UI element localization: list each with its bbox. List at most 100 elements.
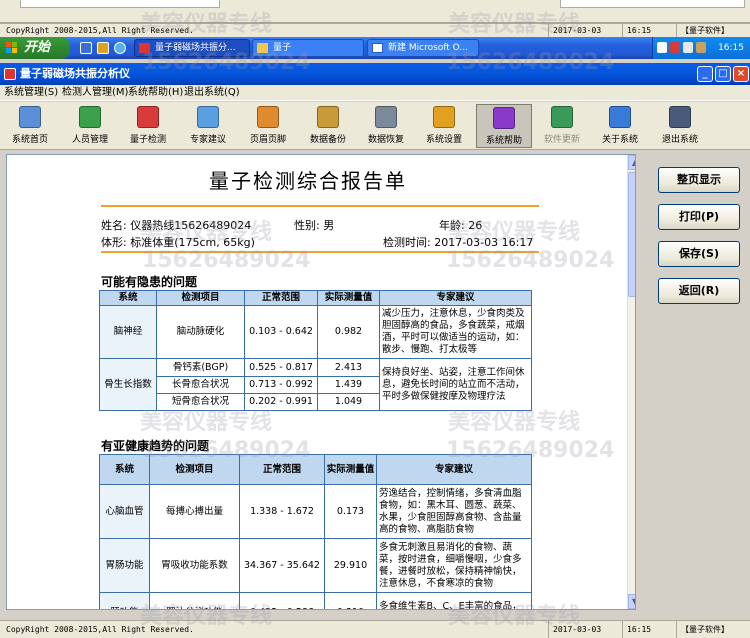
folder-icon	[257, 43, 268, 53]
col-header-value: 实际测量值	[324, 454, 377, 485]
status-time: 16:15	[622, 621, 651, 638]
toolbar-button-2[interactable]: 人员管理	[62, 104, 118, 148]
cell-range: 1.338 - 1.672	[239, 484, 325, 539]
people-icon	[79, 106, 101, 128]
toolbar-button-6[interactable]: 数据备份	[300, 104, 356, 148]
table-header-row: 系统 检测项目 正常范围 实际测量值 专家建议	[99, 454, 532, 485]
app-icon	[4, 68, 16, 80]
tray-app-icon[interactable]	[670, 42, 680, 53]
task-label: 新建 Microsoft O...	[388, 43, 468, 53]
subhealth-table: 系统 检测项目 正常范围 实际测量值 专家建议 心脑血管 每搏心搏出量 1.33…	[99, 454, 532, 609]
save-button[interactable]: 保存(S)	[658, 241, 740, 267]
window-titlebar: 量子弱磁场共振分析仪 _ □ ×	[0, 63, 750, 85]
restore-icon	[375, 106, 397, 128]
toolbar: 系统首页 人员管理 量子检测 专家建议 页眉页脚 数据备份 数据恢复 系统设置 系统帮助 软件更新…	[0, 102, 750, 150]
cell-system: 脑神经	[99, 305, 157, 359]
quicklaunch-media-icon[interactable]	[114, 42, 126, 54]
cell-value: 0.982	[317, 305, 380, 359]
toolbar-button-10[interactable]: 软件更新	[534, 104, 590, 148]
col-header-system: 系统	[99, 454, 150, 485]
start-button[interactable]: 开始	[0, 37, 70, 59]
table-row: 肝功能 肥汁分泌功能 0.422 - 0.586 0.310 多食维生素B、C、…	[99, 592, 532, 609]
cell-value: 1.049	[317, 393, 380, 411]
cell-advice: 减少压力，注意休息，少食肉类及胆固醇高的食品，多食蔬菜，戒烟酒，平时可以做适当的…	[379, 305, 532, 359]
task-button-quantum-app[interactable]: 量子弱磁场共振分...	[134, 39, 250, 57]
background-window-panel	[20, 0, 220, 8]
menu-bar: 系统管理(S) 检测人管理(M) 系统帮助(H) 退出系统(Q)	[0, 85, 750, 101]
toolbar-label: 关于系统	[601, 135, 638, 145]
toolbar-button-11[interactable]: 关于系统	[592, 104, 648, 148]
menu-system-manage[interactable]: 系统管理(S)	[4, 86, 58, 100]
volume-icon[interactable]	[696, 42, 706, 53]
tray-expand-icon[interactable]	[657, 42, 667, 53]
header-footer-icon	[257, 106, 279, 128]
menu-system-help[interactable]: 系统帮助(H)	[128, 86, 183, 100]
toolbar-label: 系统首页	[11, 135, 48, 145]
print-button[interactable]: 打印(P)	[658, 204, 740, 230]
update-globe-icon	[551, 106, 573, 128]
cell-range: 0.422 - 0.586	[239, 592, 325, 609]
word-doc-icon	[372, 43, 383, 53]
toolbar-button-7[interactable]: 数据恢复	[358, 104, 414, 148]
home-pc-icon	[19, 106, 41, 128]
toolbar-label: 退出系统	[661, 135, 698, 145]
scroll-thumb[interactable]	[628, 172, 635, 297]
windows-logo-icon	[6, 42, 18, 54]
copyright-text: CopyRight 2008-2015,All Right Reserved.	[6, 625, 194, 634]
scroll-down-button[interactable]: ▼	[628, 594, 635, 609]
cell-range: 0.202 - 0.991	[244, 393, 318, 411]
start-label: 开始	[24, 40, 51, 55]
report-title: 量子检测综合报告单	[209, 169, 407, 193]
toolbar-label: 软件更新	[543, 135, 580, 145]
toolbar-button-9[interactable]: 系统帮助	[476, 104, 532, 148]
app-icon	[139, 43, 150, 53]
col-header-advice: 专家建议	[376, 454, 532, 485]
close-button[interactable]: ×	[733, 66, 749, 82]
task-button-folder[interactable]: 量子	[252, 39, 364, 57]
task-button-word[interactable]: 新建 Microsoft O...	[367, 39, 479, 57]
section-subhealth: 有亚健康趋势的问题	[101, 439, 210, 453]
section-hidden-risks: 可能有隐患的问题	[101, 275, 198, 289]
col-header-item: 检测项目	[156, 290, 245, 306]
cell-item: 脑动脉硬化	[156, 305, 245, 359]
toolbar-button-3[interactable]: 量子检测	[120, 104, 176, 148]
settings-icon	[433, 106, 455, 128]
cell-system: 胃肠功能	[99, 538, 150, 593]
report-view[interactable]: 量子检测综合报告单 姓名: 仪器热线15626489024 性别: 男 年龄: …	[6, 154, 636, 610]
info-divider	[101, 251, 539, 253]
cell-advice: 多食维生素B、C、E丰富的食品，如胡萝卜、菠菜、蔬菜，少食	[376, 592, 532, 609]
maximize-button[interactable]: □	[715, 66, 731, 82]
back-button[interactable]: 返回(R)	[658, 278, 740, 304]
toolbar-button-12[interactable]: 退出系统	[652, 104, 708, 148]
full-page-button[interactable]: 整页显示	[658, 167, 740, 193]
col-header-range: 正常范围	[239, 454, 325, 485]
col-header-value: 实际测量值	[317, 290, 380, 306]
toolbar-button-8[interactable]: 系统设置	[416, 104, 472, 148]
quicklaunch-ie-icon[interactable]	[80, 42, 92, 54]
vertical-scrollbar[interactable]: ▲ ▼	[627, 155, 635, 609]
menu-exit[interactable]: 退出系统(Q)	[184, 86, 240, 100]
tray-network-icon[interactable]	[683, 42, 693, 53]
help-book-icon	[493, 107, 515, 129]
background-window-panel	[560, 0, 745, 8]
status-bar: CopyRight 2008-2015,All Right Reserved. …	[0, 620, 750, 638]
menu-tester-manage[interactable]: 检测人管理(M)	[62, 86, 128, 100]
tray-clock: 16:15	[718, 43, 744, 53]
toolbar-label: 人员管理	[71, 135, 108, 145]
quicklaunch-desktop-icon[interactable]	[97, 42, 109, 54]
toolbar-button-5[interactable]: 页眉页脚	[240, 104, 296, 148]
minimize-button[interactable]: _	[697, 66, 713, 82]
toolbar-label: 系统设置	[425, 135, 462, 145]
action-panel: 整页显示 打印(P) 保存(S) 返回(R)	[640, 154, 748, 610]
task-label: 量子弱磁场共振分...	[155, 43, 236, 53]
table-row: 胃肠功能 胃吸收功能系数 34.367 - 35.642 29.910 多食无刺…	[99, 538, 532, 593]
copyright-text: CopyRight 2008-2015,All Right Reserved.	[6, 26, 194, 35]
cell-advice: 劳逸结合，控制情绪，多食清血脂食物，如：黑木耳、圆葱、蔬菜、水果，少食胆固醇高食…	[376, 484, 532, 539]
taskbar: 开始 量子弱磁场共振分... 量子 新建 Microsoft O... 16:1…	[0, 37, 750, 59]
toolbar-button-1[interactable]: 系统首页	[2, 104, 58, 148]
toolbar-button-4[interactable]: 专家建议	[180, 104, 236, 148]
toolbar-label: 系统帮助	[485, 136, 522, 146]
patient-gender: 性别: 男	[294, 219, 335, 232]
patient-body-type: 体形: 标准体重(175cm, 65kg)	[101, 236, 255, 249]
scroll-up-button[interactable]: ▲	[628, 155, 635, 170]
